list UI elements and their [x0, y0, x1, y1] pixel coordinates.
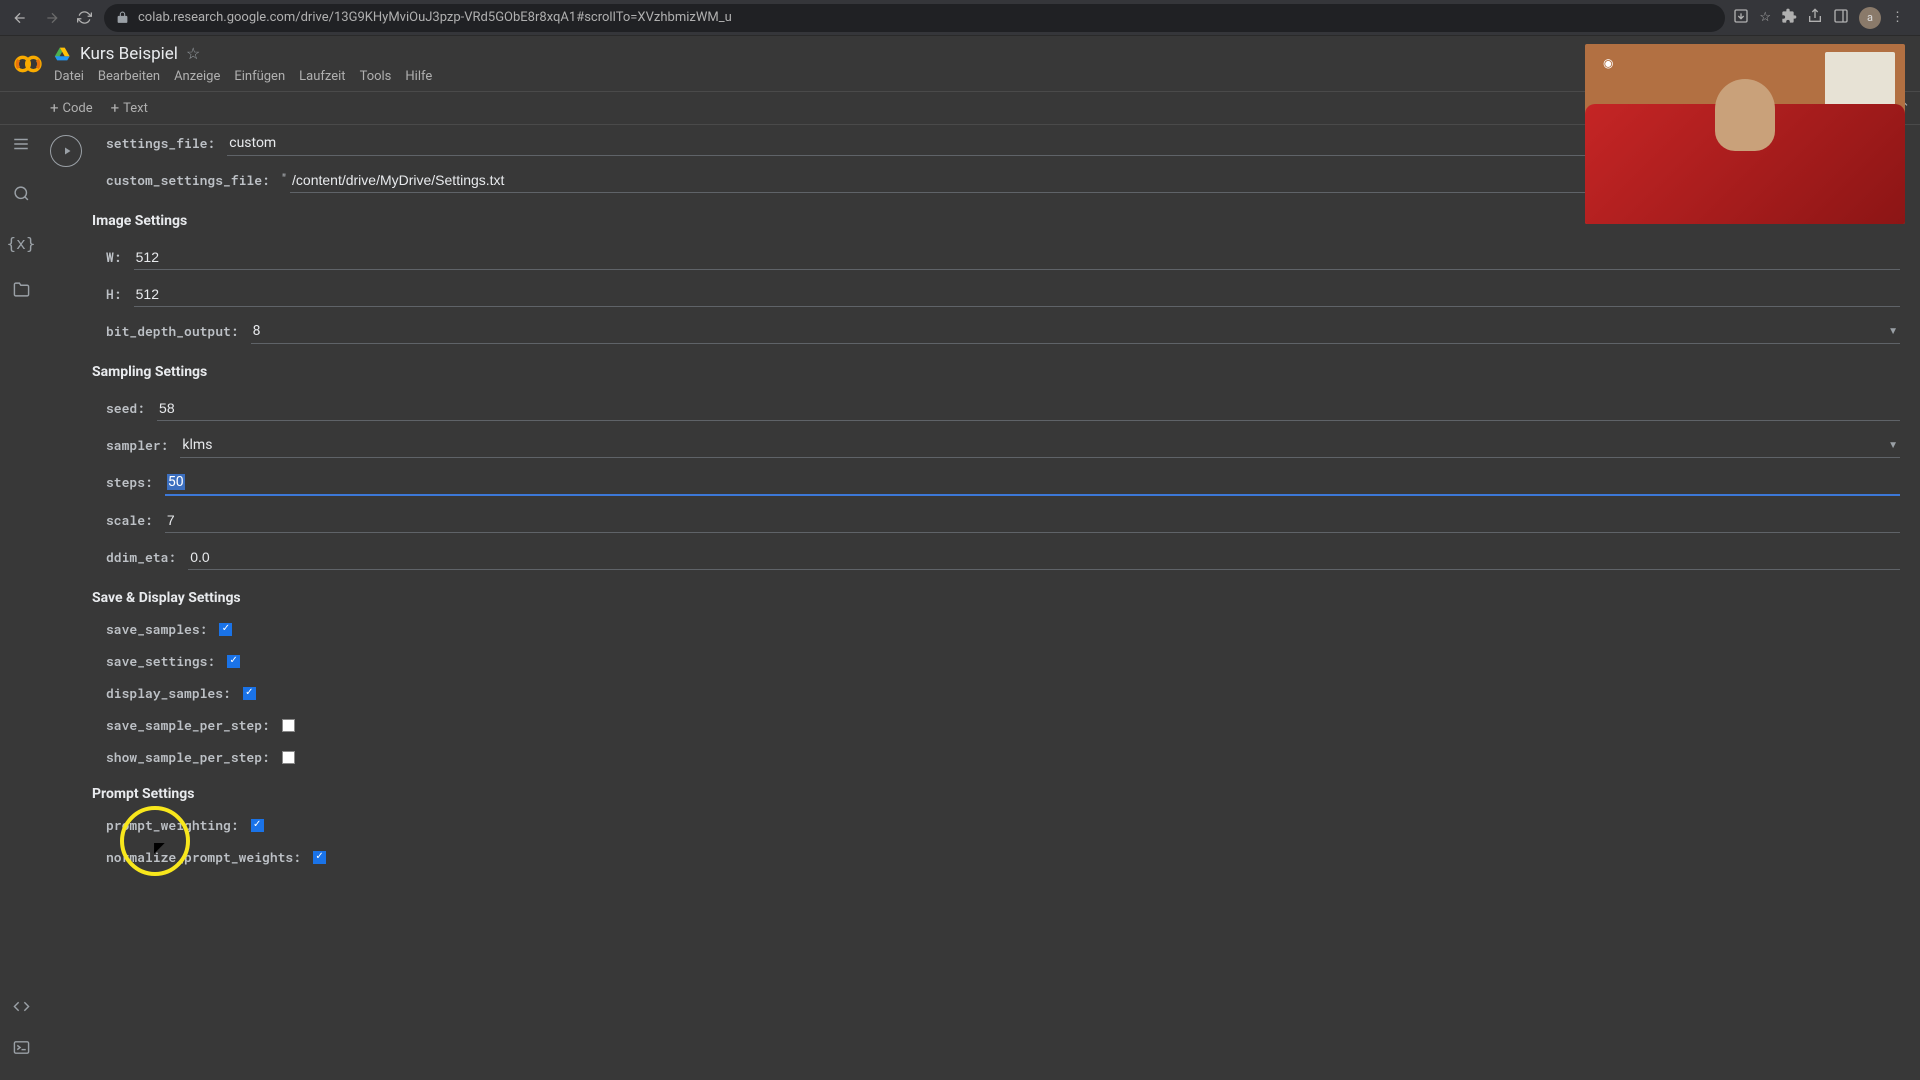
ddim-eta-label: ddim_eta	[106, 548, 188, 566]
menu-bar: Datei Bearbeiten Anzeige Einfügen Laufze…	[54, 69, 432, 84]
normalize-prompt-weights-checkbox[interactable]	[313, 851, 326, 864]
save-sample-per-step-label: save_sample_per_step	[106, 716, 282, 734]
menu-hilfe[interactable]: Hilfe	[405, 69, 432, 84]
save-sample-per-step-checkbox[interactable]	[282, 719, 295, 732]
add-text-button[interactable]: +Text	[111, 99, 148, 117]
save-settings-checkbox[interactable]	[227, 655, 240, 668]
notebook-content: settings_file custom▼ custom_settings_fi…	[42, 125, 1920, 1080]
bit-depth-select[interactable]: 8▼	[251, 317, 1900, 344]
profile-avatar[interactable]: a	[1859, 7, 1881, 29]
bookmark-star-icon[interactable]: ☆	[1759, 10, 1771, 25]
settings-file-label: settings_file	[106, 134, 227, 152]
toc-icon[interactable]	[12, 135, 30, 157]
w-input[interactable]	[134, 243, 1900, 270]
prompt-weighting-label: prompt_weighting	[106, 816, 251, 834]
h-label: H	[106, 285, 134, 303]
show-sample-per-step-label: show_sample_per_step	[106, 748, 282, 766]
menu-bearbeiten[interactable]: Bearbeiten	[98, 69, 160, 84]
variables-icon[interactable]: {x}	[7, 234, 36, 253]
save-settings-label: save_settings	[106, 652, 227, 670]
nav-reload-button[interactable]	[72, 6, 96, 30]
chevron-down-icon: ▼	[1888, 440, 1898, 451]
scale-label: scale	[106, 511, 165, 529]
url-text: colab.research.google.com/drive/13G9KHyM…	[138, 10, 732, 25]
browser-toolbar: colab.research.google.com/drive/13G9KHyM…	[0, 0, 1920, 36]
webcam-overlay: ◉	[1585, 44, 1905, 224]
custom-settings-file-label: custom_settings_file	[106, 171, 282, 189]
sampler-label: sampler	[106, 436, 180, 454]
document-title[interactable]: Kurs Beispiel	[80, 44, 178, 64]
favorite-star-icon[interactable]: ☆	[186, 44, 200, 63]
save-display-settings-heading: Save & Display Settings	[92, 590, 1900, 606]
chevron-down-icon: ▼	[1888, 326, 1898, 337]
seed-label: seed	[106, 399, 157, 417]
steps-label: steps	[106, 473, 165, 491]
save-samples-label: save_samples	[106, 620, 219, 638]
add-code-button[interactable]: +Code	[50, 99, 93, 117]
custom-settings-prefix: "	[282, 172, 290, 187]
share-icon[interactable]	[1807, 8, 1823, 28]
files-icon[interactable]	[13, 281, 30, 302]
colab-logo-icon	[12, 48, 44, 80]
search-icon[interactable]	[13, 185, 30, 206]
show-sample-per-step-checkbox[interactable]	[282, 751, 295, 764]
menu-anzeige[interactable]: Anzeige	[174, 69, 220, 84]
normalize-prompt-weights-label: normalize_prompt_weights	[106, 848, 313, 866]
steps-input[interactable]: 50	[165, 468, 1900, 496]
prompt-weighting-checkbox[interactable]	[251, 819, 264, 832]
url-bar[interactable]: colab.research.google.com/drive/13G9KHyM…	[104, 4, 1725, 32]
lock-icon	[116, 11, 130, 25]
nav-back-button[interactable]	[8, 6, 32, 30]
menu-datei[interactable]: Datei	[54, 69, 84, 84]
menu-laufzeit[interactable]: Laufzeit	[299, 69, 345, 84]
display-samples-checkbox[interactable]	[243, 687, 256, 700]
code-snippets-icon[interactable]	[13, 998, 30, 1019]
scale-input[interactable]	[165, 506, 1900, 533]
save-samples-checkbox[interactable]	[219, 623, 232, 636]
terminal-icon[interactable]	[13, 1039, 30, 1060]
left-rail: {x}	[0, 125, 42, 1080]
sampling-settings-heading: Sampling Settings	[92, 364, 1900, 380]
nav-forward-button[interactable]	[40, 6, 64, 30]
bit-depth-label: bit_depth_output	[106, 322, 251, 340]
seed-input[interactable]	[157, 394, 1900, 421]
menu-dots-icon[interactable]: ⋮	[1891, 10, 1904, 25]
menu-tools[interactable]: Tools	[360, 69, 392, 84]
display-samples-label: display_samples	[106, 684, 243, 702]
prompt-settings-heading: Prompt Settings	[92, 786, 1900, 802]
drive-icon	[54, 45, 72, 63]
sidepanel-icon[interactable]	[1833, 8, 1849, 28]
extensions-icon[interactable]	[1781, 8, 1797, 28]
sampler-select[interactable]: klms▼	[180, 431, 1900, 458]
install-icon[interactable]	[1733, 8, 1749, 28]
h-input[interactable]	[134, 280, 1900, 307]
w-label: W	[106, 248, 134, 266]
ddim-eta-input[interactable]	[188, 543, 1900, 570]
code-cell: settings_file custom▼ custom_settings_fi…	[42, 125, 1920, 900]
menu-einfuegen[interactable]: Einfügen	[234, 69, 285, 84]
webcam-indicator-icon: ◉	[1603, 56, 1613, 70]
run-cell-button[interactable]	[50, 135, 82, 167]
